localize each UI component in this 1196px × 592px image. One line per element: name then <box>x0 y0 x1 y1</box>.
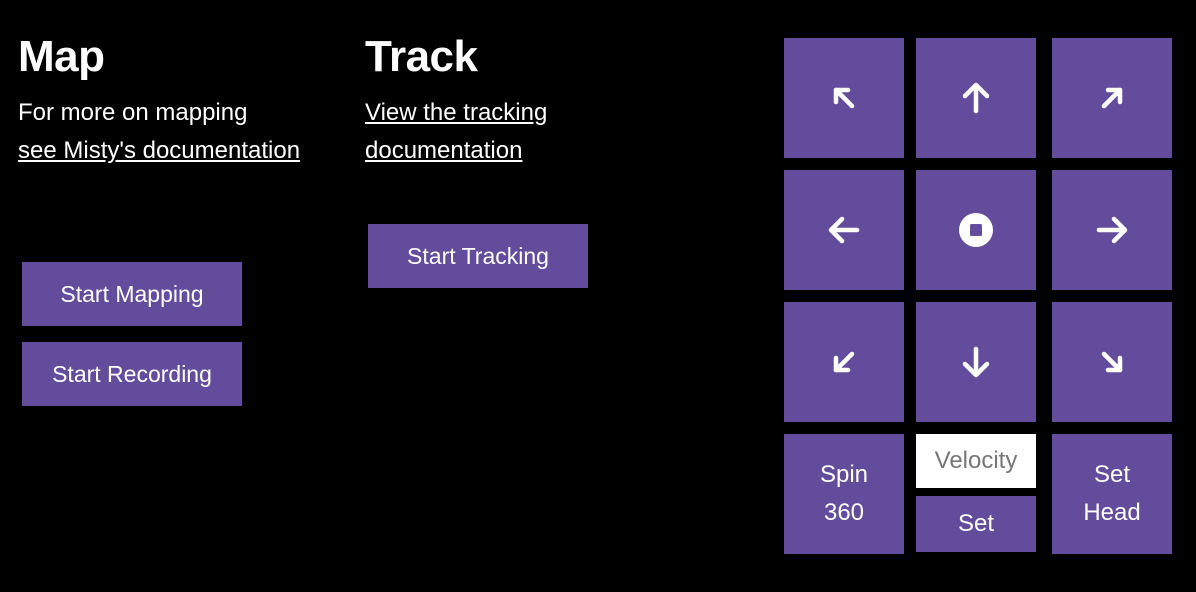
move-up-left-button[interactable] <box>784 38 904 158</box>
arrow-right-icon <box>1095 213 1129 247</box>
control-page: Map For more on mapping see Misty's docu… <box>0 0 1196 592</box>
velocity-input[interactable] <box>916 434 1036 488</box>
start-tracking-button[interactable]: Start Tracking <box>368 224 588 288</box>
map-documentation-link[interactable]: see Misty's documentation <box>18 137 300 164</box>
start-recording-button[interactable]: Start Recording <box>22 342 242 406</box>
move-up-right-button[interactable] <box>1052 38 1172 158</box>
move-down-right-button[interactable] <box>1052 302 1172 422</box>
move-down-button[interactable] <box>916 302 1036 422</box>
move-down-left-button[interactable] <box>784 302 904 422</box>
map-section: Map For more on mapping see Misty's docu… <box>18 30 318 170</box>
set-head-button[interactable]: Set Head <box>1052 434 1172 554</box>
spin-360-button[interactable]: Spin 360 <box>784 434 904 554</box>
stop-icon <box>958 212 994 248</box>
set-velocity-label: Set <box>957 510 995 537</box>
map-description-text: For more on mapping <box>18 99 248 126</box>
track-description: View the tracking documentation <box>365 94 585 170</box>
arrow-up-icon <box>959 81 993 115</box>
start-mapping-button[interactable]: Start Mapping <box>22 262 242 326</box>
spin-360-label: Spin 360 <box>819 461 869 526</box>
arrow-up-left-icon <box>827 81 861 115</box>
track-section: Track View the tracking documentation <box>365 30 665 170</box>
move-right-button[interactable] <box>1052 170 1172 290</box>
arrow-down-icon <box>959 345 993 379</box>
tracking-documentation-link[interactable]: View the tracking documentation <box>365 99 547 164</box>
arrow-down-left-icon <box>827 345 861 379</box>
map-description: For more on mapping see Misty's document… <box>18 94 318 170</box>
move-left-button[interactable] <box>784 170 904 290</box>
arrow-down-right-icon <box>1095 345 1129 379</box>
track-title: Track <box>365 32 478 81</box>
stop-button[interactable] <box>916 170 1036 290</box>
arrow-left-icon <box>827 213 861 247</box>
map-title: Map <box>18 32 105 81</box>
set-velocity-button[interactable]: Set <box>916 496 1036 552</box>
arrow-up-right-icon <box>1095 81 1129 115</box>
set-head-label: Set Head <box>1083 461 1141 526</box>
move-up-button[interactable] <box>916 38 1036 158</box>
